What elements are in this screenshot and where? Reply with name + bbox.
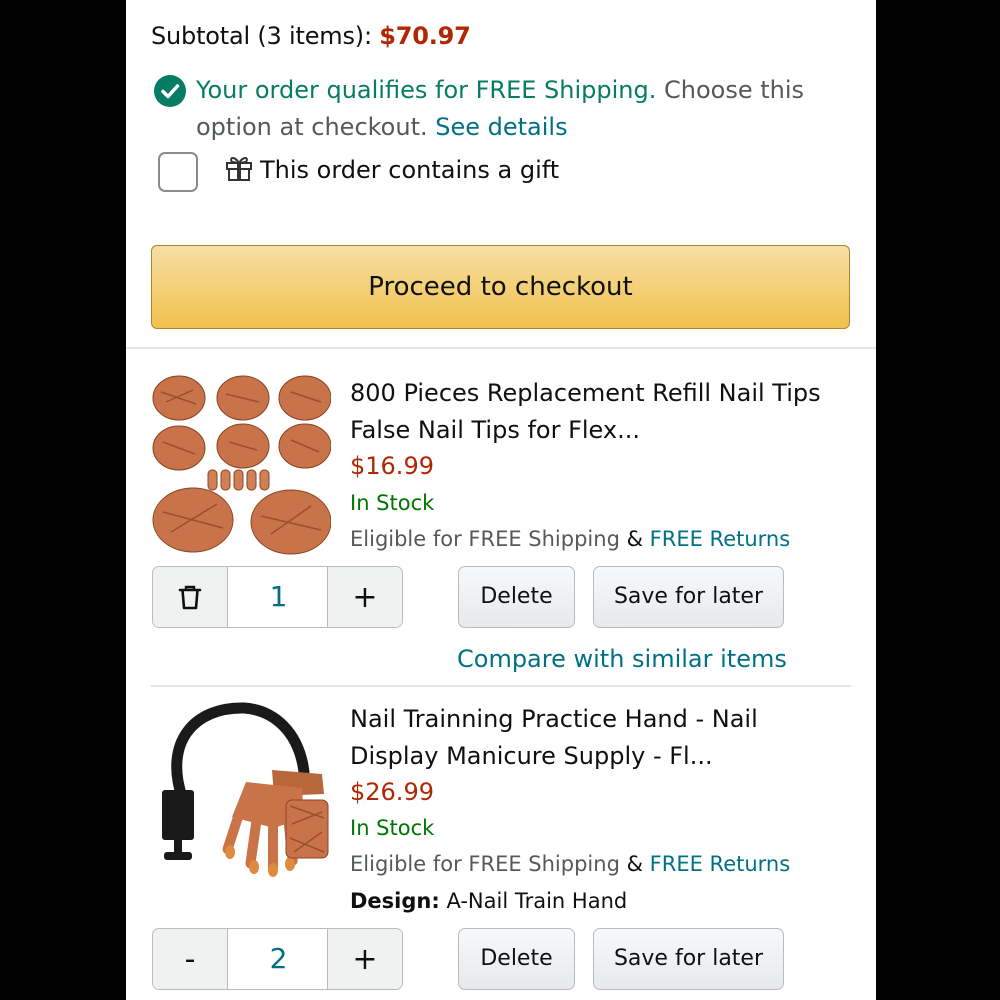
- item-stock-status: In Stock: [350, 491, 435, 515]
- decrease-quantity-button[interactable]: -: [153, 929, 228, 989]
- gift-label: This order contains a gift: [260, 156, 560, 184]
- quantity-stepper: 1 +: [152, 566, 403, 628]
- nail-tips-product-image[interactable]: [151, 372, 331, 558]
- item-price: $26.99: [350, 778, 434, 806]
- item-shipping-eligibility: Eligible for FREE Shipping & FREE Return…: [350, 852, 790, 876]
- ampersand: &: [626, 852, 643, 876]
- ampersand: &: [626, 527, 643, 551]
- subtotal-value: $70.97: [379, 22, 471, 50]
- quantity-stepper: - 2 +: [152, 928, 403, 990]
- item-design: Design: A-Nail Train Hand: [350, 889, 627, 913]
- save-for-later-button[interactable]: Save for later: [593, 928, 784, 990]
- delete-button[interactable]: Delete: [458, 928, 575, 990]
- item-title[interactable]: 800 Pieces Replacement Refill Nail Tips …: [350, 375, 850, 449]
- item-shipping-eligibility: Eligible for FREE Shipping & FREE Return…: [350, 527, 790, 551]
- free-shipping-text: Eligible for FREE Shipping: [350, 527, 620, 551]
- item-title-line2: False Nail Tips for Flex...: [350, 416, 640, 444]
- free-returns-link[interactable]: FREE Returns: [650, 527, 791, 551]
- compare-similar-items-link[interactable]: Compare with similar items: [457, 645, 787, 673]
- item-title-line1: 800 Pieces Replacement Refill Nail Tips: [350, 379, 821, 407]
- free-shipping-qualifies: Your order qualifies for FREE Shipping.: [196, 76, 657, 104]
- increase-quantity-button[interactable]: +: [327, 929, 402, 989]
- practice-hand-product-image[interactable]: [154, 702, 334, 882]
- proceed-to-checkout-button[interactable]: Proceed to checkout: [151, 245, 850, 329]
- free-shipping-message: Your order qualifies for FREE Shipping. …: [154, 72, 854, 146]
- item-stock-status: In Stock: [350, 816, 435, 840]
- gift-checkbox[interactable]: [158, 152, 198, 192]
- check-circle-icon: [154, 75, 186, 107]
- cart-page: Subtotal (3 items): $70.97 Your order qu…: [126, 0, 876, 1000]
- section-divider: [126, 347, 876, 349]
- right-black-border: [876, 0, 1000, 1000]
- item-title-line1: Nail Trainning Practice Hand - Nail: [350, 705, 758, 733]
- gift-icon: [226, 157, 252, 181]
- trash-icon: [178, 585, 202, 610]
- quantity-value[interactable]: 2: [228, 929, 329, 989]
- delete-button[interactable]: Delete: [458, 566, 575, 628]
- item-title[interactable]: Nail Trainning Practice Hand - Nail Disp…: [350, 701, 850, 775]
- subtotal: Subtotal (3 items): $70.97: [151, 22, 471, 50]
- item-title-line2: Display Manicure Supply - Fl...: [350, 742, 713, 770]
- quantity-value[interactable]: 1: [228, 567, 329, 627]
- save-for-later-button[interactable]: Save for later: [593, 566, 784, 628]
- delete-item-button[interactable]: [153, 567, 228, 627]
- free-returns-link[interactable]: FREE Returns: [650, 852, 791, 876]
- design-label: Design:: [350, 889, 440, 913]
- design-value: A-Nail Train Hand: [446, 889, 628, 913]
- subtotal-label: Subtotal (3 items):: [151, 22, 372, 50]
- free-shipping-text: Eligible for FREE Shipping: [350, 852, 620, 876]
- left-black-border: [0, 0, 126, 1000]
- item-price: $16.99: [350, 452, 434, 480]
- free-shipping-choose: Choose this: [664, 76, 805, 104]
- item-divider: [151, 685, 851, 687]
- free-shipping-option: option at checkout.: [196, 113, 428, 141]
- increase-quantity-button[interactable]: +: [327, 567, 402, 627]
- see-details-link[interactable]: See details: [435, 113, 567, 141]
